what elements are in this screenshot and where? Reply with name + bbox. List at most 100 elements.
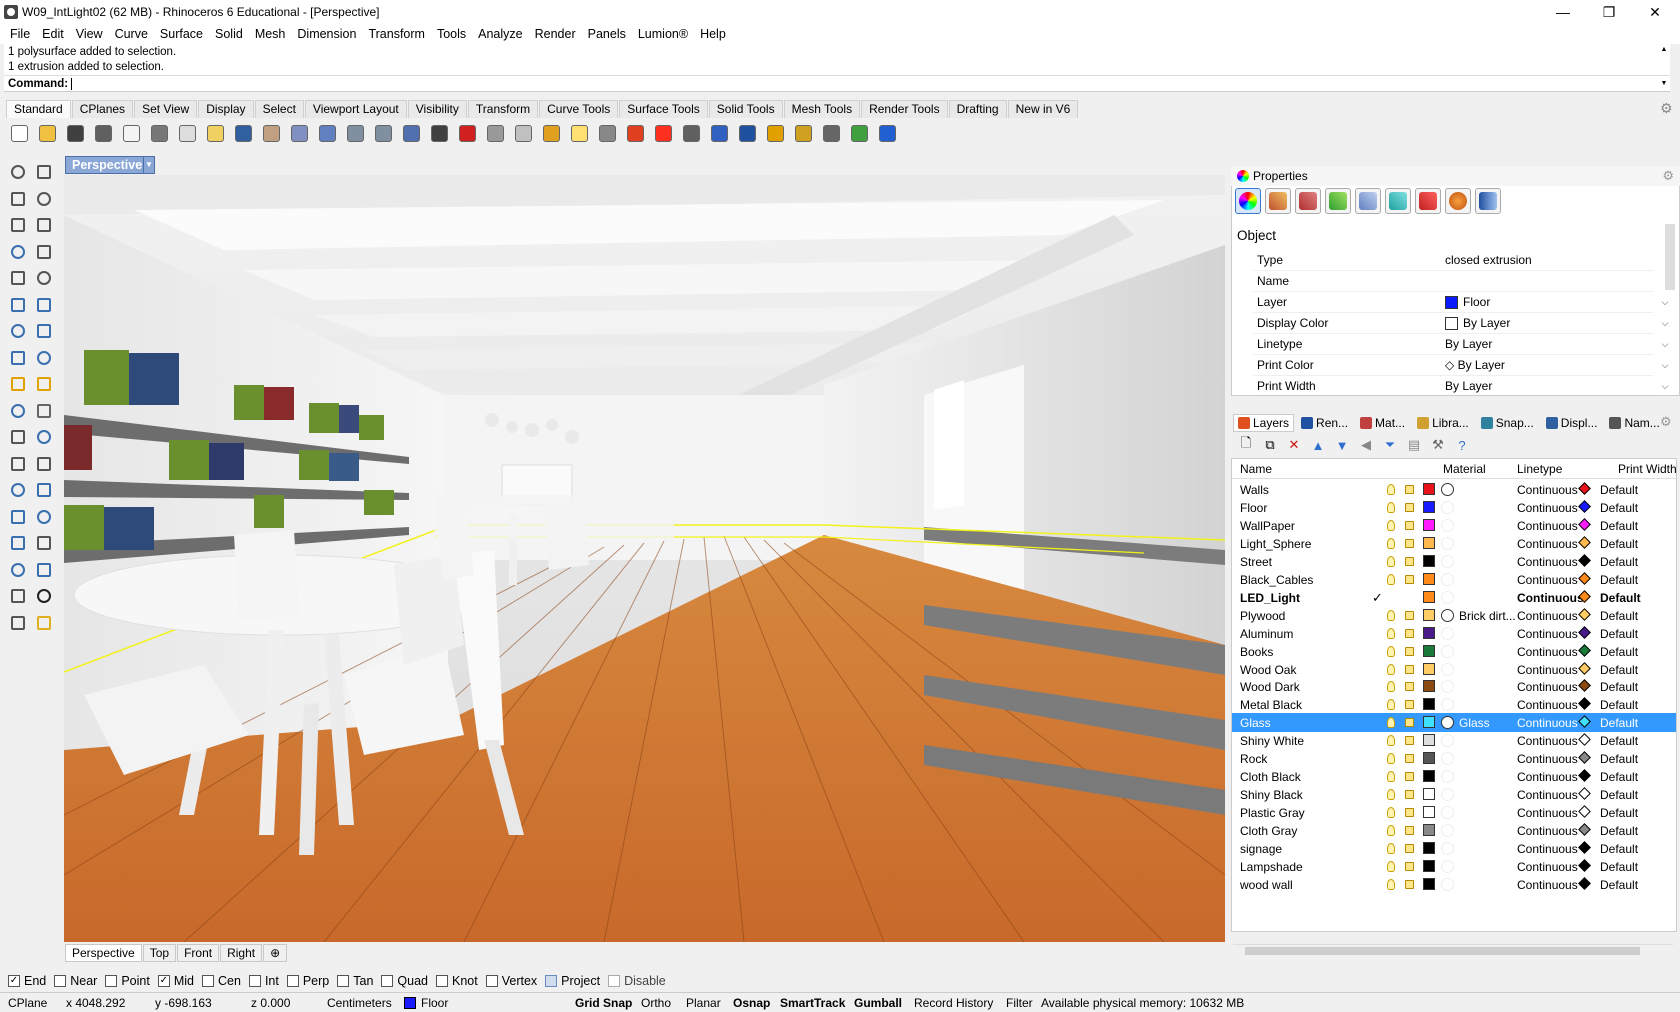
material-empty-icon[interactable] [1441,806,1454,820]
command-line[interactable]: Command: ▼ [4,76,1670,92]
material-empty-icon[interactable] [1441,698,1454,712]
lightbulb-icon[interactable] [1387,681,1395,693]
toolbar-tab-viewport-layout[interactable]: Viewport Layout [304,100,407,118]
dropdown-chevron-icon[interactable]: ⌵ [1657,314,1673,332]
layer-row[interactable]: Rock Continuous Default [1232,749,1676,768]
layer-print-width[interactable]: Default [1600,627,1638,641]
move-down-icon[interactable]: ▼ [1332,436,1352,454]
print-color-diamond-icon[interactable] [1578,661,1591,675]
layer-color-swatch[interactable] [1423,752,1435,765]
circle-icon[interactable] [8,215,28,235]
lightbulb-icon[interactable] [1387,789,1395,801]
osnap-project[interactable]: Project [545,974,600,988]
layer-linetype[interactable]: Continuous [1517,716,1578,730]
layer-row[interactable]: Lampshade Continuous Default [1232,857,1676,876]
text-icon[interactable] [8,480,28,500]
print-color-diamond-icon[interactable] [1578,859,1591,872]
osnap-cen[interactable]: Cen [202,974,241,988]
layer-linetype[interactable]: Continuous [1517,878,1578,892]
shade-icon[interactable] [680,122,703,145]
property-value[interactable]: ◇ By Layer [1445,358,1635,372]
print-color-diamond-icon[interactable] [1578,643,1591,657]
layer-color-swatch[interactable] [1423,859,1435,872]
layer-color-swatch[interactable] [1423,572,1435,585]
osnap-checkbox[interactable] [286,975,299,987]
decal-icon[interactable] [1295,188,1321,214]
shell-icon[interactable] [8,454,28,474]
layer-print-width[interactable]: Default [1600,860,1638,874]
layer-linetype[interactable]: Continuous [1517,734,1578,748]
lightbulb-icon[interactable] [1387,645,1395,657]
cplane-icon[interactable] [512,122,535,145]
layer-linetype[interactable]: Continuous [1517,483,1578,497]
lightbulb-icon[interactable] [1387,555,1395,567]
material-empty-icon[interactable] [1441,572,1454,586]
ortho-toggle[interactable]: Ortho [641,996,671,1010]
lock-icon[interactable] [1405,538,1414,548]
viewport-tab-right[interactable]: Right [220,944,263,962]
new-file-icon[interactable] [8,122,31,145]
lock-icon[interactable] [1405,736,1414,746]
layer-row[interactable]: signage Continuous Default [1232,839,1676,858]
layer-color-swatch[interactable] [1423,788,1435,801]
panel-tab-render[interactable]: Ren... [1296,414,1353,432]
toolbar-tab-curve-tools[interactable]: Curve Tools [539,100,619,118]
layer-color-swatch[interactable] [1423,806,1435,819]
move-up-icon[interactable]: ▲ [1308,436,1328,454]
filter-toggle[interactable]: Filter [1006,996,1033,1010]
scroll-up-icon[interactable]: ▲ [1658,45,1670,54]
lock-icon[interactable] [1405,718,1414,728]
material-empty-icon[interactable] [1441,842,1454,855]
boolean-split-icon[interactable] [34,427,54,447]
layer-print-width[interactable]: Default [1600,483,1638,497]
light-icon[interactable] [1355,188,1381,214]
menu-item-mesh[interactable]: Mesh [249,27,292,41]
layer-print-width[interactable]: Default [1600,645,1638,659]
rotate-view-icon[interactable] [400,122,423,145]
layer-color-swatch[interactable] [1423,500,1435,513]
save-icon[interactable] [64,122,87,145]
properties-scrollbar[interactable] [1665,224,1675,290]
layer-print-width[interactable]: Default [1600,519,1638,533]
properties-icon[interactable] [484,122,507,145]
panel-tab-libraries[interactable]: Libra... [1412,414,1474,432]
move-to-parent-icon[interactable]: ◀ [1356,436,1376,454]
new-layer-icon[interactable]: 🗋 [1236,435,1256,454]
help-icon[interactable] [876,122,899,145]
panel-tab-snapshots[interactable]: Snap... [1476,414,1539,432]
osnap-toggle[interactable]: Osnap [733,996,770,1010]
print-color-diamond-icon[interactable] [1578,841,1591,854]
col-linetype[interactable]: Linetype [1517,462,1562,476]
environment-icon[interactable] [1445,188,1471,214]
print-color-diamond-icon[interactable] [1578,571,1591,585]
texture-mapping-icon[interactable] [1325,188,1351,214]
boolean-union-icon[interactable] [8,427,28,447]
osnap-checkbox[interactable] [485,975,498,987]
toolbar-tab-visibility[interactable]: Visibility [407,100,467,118]
print-color-diamond-icon[interactable] [1578,823,1591,836]
material-empty-icon[interactable] [1441,680,1454,694]
material-empty-icon[interactable] [1441,500,1454,514]
print-color-diamond-icon[interactable] [1578,733,1591,747]
layer-print-width[interactable]: Default [1600,770,1638,784]
property-value[interactable]: Floor [1445,295,1635,309]
transform-gear-icon[interactable] [8,374,28,394]
layer-linetype[interactable]: Continuous [1517,663,1578,677]
lightbulb-icon[interactable] [1387,501,1395,513]
layer-linetype[interactable]: Continuous [1517,824,1578,838]
four-viewports-icon[interactable] [428,122,451,145]
print-color-diamond-icon[interactable] [1578,625,1591,639]
arc-icon[interactable] [8,268,28,288]
print-color-diamond-icon[interactable] [1578,500,1591,513]
osnap-tan[interactable]: Tan [337,974,373,988]
layer-print-width[interactable]: Default [1600,501,1638,515]
print-color-diamond-icon[interactable] [1578,553,1591,567]
property-value[interactable]: By Layer [1445,316,1635,330]
material-empty-icon[interactable] [1441,734,1454,748]
toolbar-tab-cplanes[interactable]: CPlanes [71,100,134,118]
copy-icon[interactable] [176,122,199,145]
material-empty-icon[interactable] [1441,590,1454,604]
osnap-checkbox[interactable] [381,975,394,987]
osnap-checkbox[interactable] [248,975,261,987]
gear-icon[interactable]: ⚙ [1660,414,1672,430]
